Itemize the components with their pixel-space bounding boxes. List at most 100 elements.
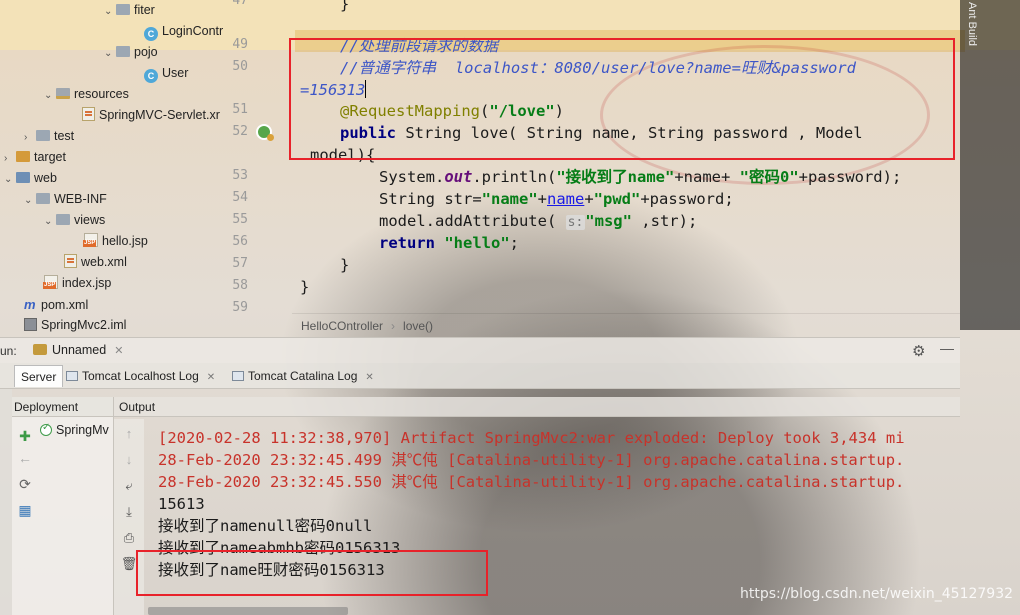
chevron-down-icon[interactable]: ⌄ (44, 85, 56, 106)
editor-gutter: 47 49 50 51 52 53 54 55 56 57 58 59 (226, 0, 292, 318)
tree-item-views[interactable]: ⌄ views (44, 210, 105, 231)
run-label: un: (0, 344, 17, 358)
code-line-56: return "hello"; (379, 234, 520, 252)
breadcrumb: HelloCOntroller › love() (292, 313, 960, 337)
line-number: 54 (232, 190, 248, 205)
line-number: 50 (232, 59, 248, 74)
tree-item-web-inf[interactable]: ⌄ WEB-INF (24, 189, 107, 210)
horizontal-scrollbar[interactable] (148, 607, 348, 615)
xml-file-icon (82, 107, 95, 121)
console-line: 28-Feb-2020 23:32:45.550 淇℃伅 [Catalina-u… (158, 473, 905, 491)
soft-wrap-icon[interactable]: ⤶ (120, 477, 138, 495)
jsp-file-icon (43, 275, 58, 289)
log-icon (66, 371, 78, 381)
tree-item-logincontroller[interactable]: C LoginContr (144, 21, 223, 42)
tree-item-springmvc-servlet[interactable]: SpringMVC-Servlet.xr (82, 105, 220, 126)
line-number: 53 (232, 168, 248, 183)
tree-item-resources[interactable]: ⌄ resources (44, 84, 129, 105)
output-header: Output (114, 397, 960, 417)
highlight-box-output (136, 550, 488, 596)
check-icon (40, 422, 52, 436)
tree-item-hello-jsp[interactable]: hello.jsp (83, 231, 148, 252)
line-number: 51 (232, 102, 248, 117)
tree-item-web-xml[interactable]: web.xml (64, 252, 127, 273)
web-folder-icon (16, 172, 30, 183)
jsp-file-icon (83, 233, 98, 247)
line-number: 58 (232, 278, 248, 293)
console-line: 28-Feb-2020 23:32:45.499 淇℃伅 [Catalina-u… (158, 451, 905, 469)
arrow-up-icon[interactable]: ↑ (120, 425, 138, 443)
refresh-icon[interactable]: ⟳ (16, 475, 34, 493)
tab-server[interactable]: Server (14, 365, 64, 387)
chevron-right-icon[interactable]: › (24, 127, 36, 148)
close-icon[interactable]: ✕ (114, 345, 123, 357)
folder-icon (116, 4, 130, 15)
run-tool-header: un: Unnamed ✕ ⚙ — (0, 337, 960, 363)
chevron-down-icon[interactable]: ⌄ (4, 169, 16, 190)
tree-item-index-jsp[interactable]: index.jsp (43, 273, 111, 294)
code-line-57: } (340, 256, 350, 274)
folder-icon (116, 46, 130, 57)
line-number: 52 (232, 124, 248, 139)
chevron-down-icon[interactable]: ⌄ (104, 43, 116, 64)
tomcat-icon (33, 344, 47, 355)
scroll-to-end-icon[interactable]: ⤓ (120, 503, 138, 521)
console-line: 15613 (158, 495, 205, 513)
console-line: 接收到了namenull密码0null (158, 517, 373, 535)
code-line-54: String str="name"+name+"pwd"+password; (379, 190, 734, 208)
class-icon: C (144, 69, 158, 83)
print-icon[interactable]: ⎙ (120, 529, 138, 547)
chevron-right-icon: › (391, 319, 396, 333)
tree-item-target[interactable]: › target (4, 147, 66, 168)
tree-item-fiter[interactable]: ⌄ fiter (104, 0, 155, 21)
watermark: https://blog.csdn.net/weixin_45127932 (740, 586, 1014, 602)
module-file-icon (24, 318, 37, 331)
chevron-down-icon[interactable]: ⌄ (104, 1, 116, 22)
tree-item-test[interactable]: › test (24, 126, 74, 147)
xml-file-icon (64, 254, 77, 268)
tab-localhost-log[interactable]: Tomcat Localhost Log ✕ (60, 365, 221, 387)
tree-item-pom-xml[interactable]: m pom.xml (24, 294, 88, 315)
code-line-58: } (300, 278, 310, 296)
deploy-icon[interactable]: ✚ (16, 427, 34, 445)
folder-icon (16, 151, 30, 162)
undeploy-icon[interactable]: ← (16, 449, 34, 467)
deployment-header: Deployment (12, 397, 113, 417)
chevron-right-icon[interactable]: › (4, 148, 16, 169)
run-config-tab[interactable]: Unnamed ✕ (33, 343, 123, 357)
highlight-box-code (289, 38, 955, 160)
chevron-down-icon[interactable]: ⌄ (44, 211, 56, 232)
spring-mapping-icon[interactable] (256, 124, 274, 141)
tree-item-user[interactable]: C User (144, 63, 188, 84)
run-tabs-bar: Server Tomcat Localhost Log ✕ Tomcat Cata… (0, 363, 960, 389)
breadcrumb-method[interactable]: love() (403, 319, 433, 333)
console-line: [2020-02-28 11:32:38,970] Artifact Sprin… (158, 429, 905, 447)
artifact-icon[interactable]: ▦ (16, 501, 34, 519)
line-number: 59 (232, 300, 248, 315)
line-number: 55 (232, 212, 248, 227)
project-tree: ⌄ fiter C LoginContr ⌄ pojo C User ⌄ resource… (0, 0, 226, 338)
deployment-panel: Deployment ✚ ← ⟳ ▦ SpringMv (12, 397, 114, 615)
gear-icon[interactable]: ⚙ (912, 342, 925, 360)
close-icon[interactable]: ✕ (207, 372, 215, 383)
class-icon: C (144, 27, 158, 41)
tree-item-web[interactable]: ⌄ web (4, 168, 57, 189)
line-number: 57 (232, 256, 248, 271)
close-icon[interactable]: ✕ (365, 372, 373, 383)
arrow-down-icon[interactable]: ↓ (120, 451, 138, 469)
folder-icon (56, 214, 70, 225)
maven-icon: m (24, 297, 36, 312)
code-line-47: } (340, 0, 350, 13)
tree-item-iml[interactable]: SpringMvc2.iml (24, 315, 126, 336)
deployment-item[interactable]: SpringMv (40, 422, 109, 437)
breadcrumb-class[interactable]: HelloCOntroller (301, 319, 383, 333)
ant-build-tab[interactable]: Ant Build (962, 2, 978, 62)
parameter-hint: s: (565, 215, 586, 230)
tree-item-pojo[interactable]: ⌄ pojo (104, 42, 158, 63)
resources-folder-icon (56, 88, 70, 99)
chevron-down-icon[interactable]: ⌄ (24, 190, 36, 211)
tab-catalina-log[interactable]: Tomcat Catalina Log ✕ (226, 365, 380, 387)
line-number: 49 (232, 37, 248, 52)
folder-icon (36, 193, 50, 204)
minimize-icon[interactable]: — (940, 340, 954, 356)
